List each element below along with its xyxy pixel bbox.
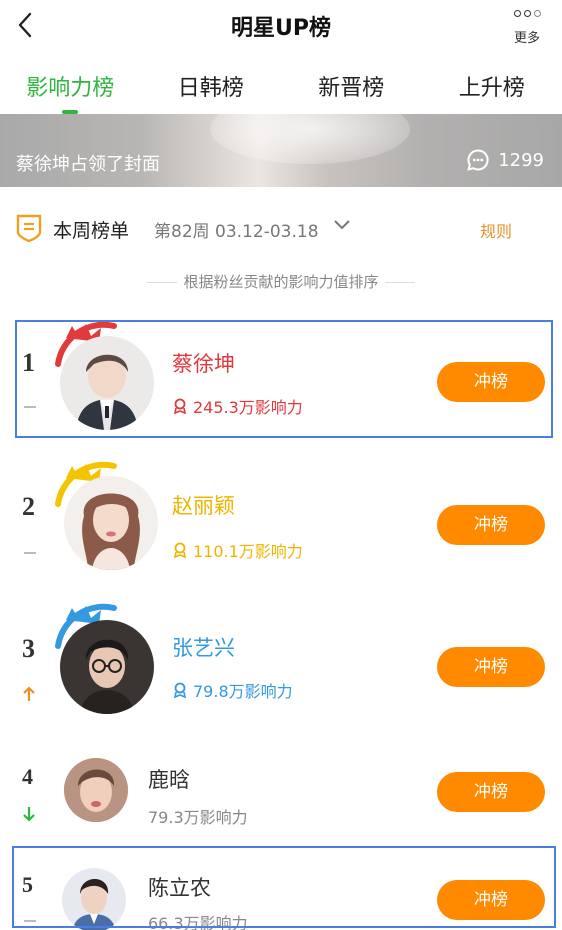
week-label: 本周榜单	[53, 220, 130, 242]
influence-score: 79.3万影响力	[148, 804, 248, 828]
comment-count: 1299	[498, 149, 544, 171]
trend-up-icon	[23, 686, 35, 701]
boost-button[interactable]: 冲榜	[437, 505, 545, 545]
medal-icon	[173, 542, 187, 558]
banner-text: 蔡徐坤占领了封面	[16, 154, 160, 175]
tab-newcomer[interactable]: 新晋榜	[281, 64, 422, 114]
rank-number: 4	[22, 764, 33, 789]
influence-score-text: 110.1万影响力	[193, 542, 303, 561]
ranking-row[interactable]: 3 张艺兴 79.8万影响力 冲榜	[0, 602, 562, 720]
avatar[interactable]	[64, 758, 128, 822]
nav-bar: 明星UP榜 更多	[0, 0, 562, 58]
star-name: 张艺兴	[172, 636, 235, 660]
ranking-subtitle: 根据粉丝贡献的影响力值排序	[0, 271, 562, 292]
rank-number: 2	[22, 492, 35, 521]
selection-highlight	[15, 320, 553, 438]
tab-bar: 影响力榜 日韩榜 新晋榜 上升榜	[0, 64, 562, 114]
boost-button[interactable]: 冲榜	[437, 772, 545, 812]
week-period[interactable]: 第82周 03.12-03.18	[154, 217, 319, 242]
week-selector: 本周榜单 第82周 03.12-03.18 规则	[0, 208, 562, 248]
comment-icon	[467, 149, 489, 171]
ranking-badge-icon	[16, 214, 42, 242]
chevron-down-icon[interactable]	[332, 218, 352, 232]
more-dots-icon	[510, 10, 544, 17]
star-name: 赵丽颖	[172, 494, 235, 518]
trend-same-icon	[24, 552, 36, 554]
influence-score: 79.8万影响力	[172, 678, 293, 702]
tab-rising[interactable]: 上升榜	[422, 64, 562, 114]
rank-number: 3	[22, 634, 35, 663]
ranking-row[interactable]: 4 鹿晗 79.3万影响力 冲榜	[0, 744, 562, 840]
influence-score: 110.1万影响力	[172, 538, 303, 562]
page-title: 明星UP榜	[231, 16, 331, 41]
influence-score-text: 79.3万影响力	[148, 808, 248, 827]
cover-banner[interactable]: 蔡徐坤占领了封面 1299	[0, 114, 562, 187]
ranking-row[interactable]: 2 赵丽颖 110.1万影响力 冲榜	[0, 460, 562, 578]
boost-button[interactable]: 冲榜	[437, 647, 545, 687]
tab-influence[interactable]: 影响力榜	[0, 64, 141, 114]
more-label: 更多	[513, 31, 540, 46]
medal-icon	[173, 682, 187, 698]
star-name: 鹿晗	[148, 768, 190, 792]
rules-link[interactable]: 规则	[480, 218, 512, 242]
tab-jpkr[interactable]: 日韩榜	[141, 64, 282, 114]
selection-highlight	[12, 846, 556, 928]
banner-photo	[210, 114, 410, 164]
trend-down-icon	[23, 807, 35, 822]
comment-button[interactable]: 1299	[466, 148, 544, 172]
influence-score-text: 79.8万影响力	[193, 682, 293, 701]
more-button[interactable]: 更多	[510, 6, 544, 46]
